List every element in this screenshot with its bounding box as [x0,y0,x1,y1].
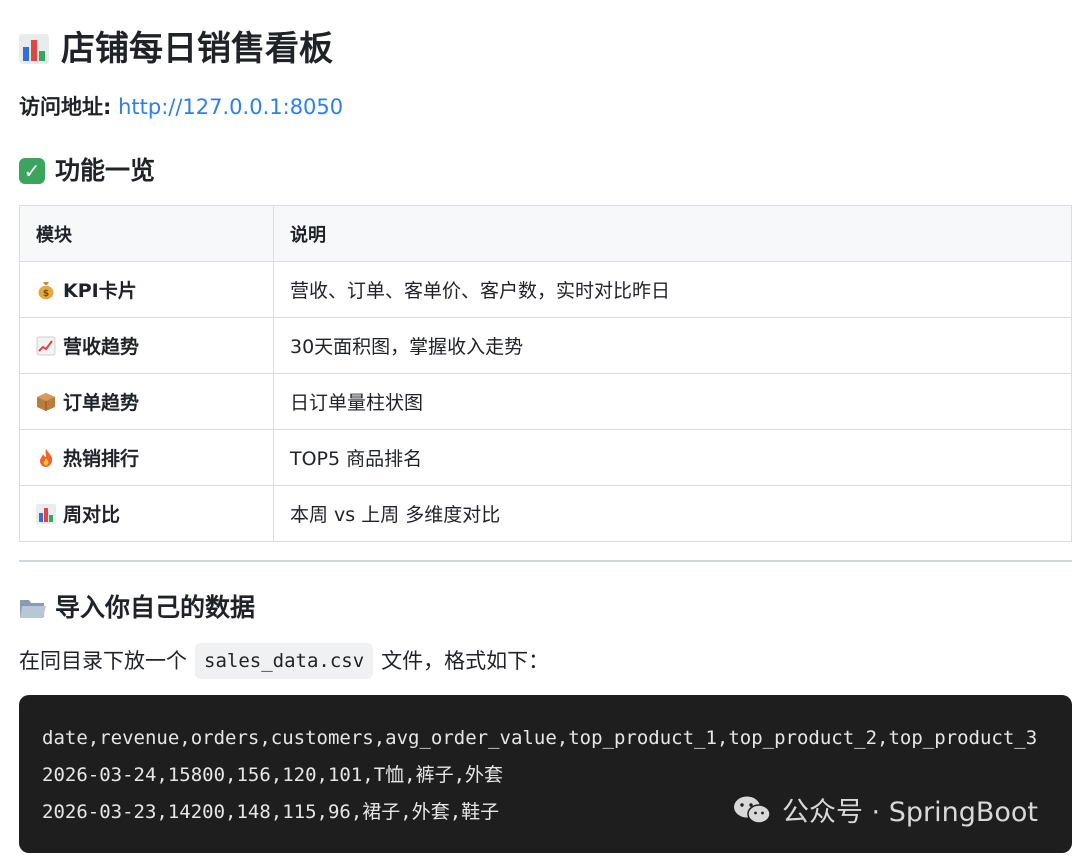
table-row: 周对比 本周 vs 上周 多维度对比 [19,485,1072,542]
intro-text-before: 在同目录下放一个 [19,649,187,673]
filename-code: sales_data.csv [195,643,374,679]
watermark-text: 公众号 · SpringBoot [781,797,1038,828]
svg-text:$: $ [43,289,49,299]
column-header-desc: 说明 [273,205,1072,262]
table-row: 订单趋势 日订单量柱状图 [19,373,1072,430]
money-bag-icon: $ [36,280,56,300]
table-header-row: 模块 说明 [19,205,1072,262]
code-line: 2026-03-23,14200,148,115,96,裙子,外套,鞋子 [42,801,500,823]
package-icon [36,392,56,412]
module-name: 营收趋势 [63,336,140,358]
table-row: 营收趋势 30天面积图，掌握收入走势 [19,317,1072,374]
features-heading-text: 功能一览 [55,156,156,185]
fire-icon [36,448,56,468]
trend-up-icon [36,336,56,356]
desc-cell: 30天面积图，掌握收入走势 [273,317,1072,374]
wechat-icon [732,794,772,826]
access-address: 访问地址: http://127.0.0.1:8050 [19,92,343,122]
module-cell: $ KPI卡片 [19,261,274,318]
page-title: 店铺每日销售看板 [19,26,333,72]
desc-cell: TOP5 商品排名 [273,429,1072,486]
csv-code-block[interactable]: date,revenue,orders,customers,avg_order_… [19,695,1072,853]
features-heading: ✓ 功能一览 [19,154,155,188]
bar-chart-icon [19,34,49,64]
module-name: 订单趋势 [63,392,140,414]
watermark: 公众号 · SpringBoot [732,790,1038,829]
module-name: 周对比 [63,504,121,526]
import-heading-text: 导入你自己的数据 [55,593,256,622]
address-label: 访问地址: [19,95,112,119]
module-cell: 热销排行 [19,429,274,486]
module-cell: 周对比 [19,485,274,542]
horizontal-rule [19,560,1072,562]
desc-cell: 本周 vs 上周 多维度对比 [273,485,1072,542]
module-cell: 订单趋势 [19,373,274,430]
table-row: 热销排行 TOP5 商品排名 [19,429,1072,486]
features-table: 模块 说明 $ KPI卡片 营收、订单、客单价、客户数，实时对比昨日 营收趋势 … [19,205,1072,542]
code-line: date,revenue,orders,customers,avg_order_… [42,727,1038,749]
module-cell: 营收趋势 [19,317,274,374]
intro-text-after: 文件，格式如下： [381,649,550,673]
import-intro: 在同目录下放一个 sales_data.csv 文件，格式如下： [19,643,549,679]
desc-cell: 日订单量柱状图 [273,373,1072,430]
import-heading: 导入你自己的数据 [19,591,255,625]
table-row: $ KPI卡片 营收、订单、客单价、客户数，实时对比昨日 [19,261,1072,318]
address-link[interactable]: http://127.0.0.1:8050 [118,95,343,119]
check-mark-icon: ✓ [19,158,45,184]
code-line: 2026-03-24,15800,156,120,101,T恤,裤子,外套 [42,764,504,786]
desc-cell: 营收、订单、客单价、客户数，实时对比昨日 [273,261,1072,318]
folder-icon [19,596,47,620]
bar-chart-icon [36,504,56,524]
page-title-text: 店铺每日销售看板 [61,29,333,69]
module-name: KPI卡片 [63,280,137,302]
module-name: 热销排行 [63,448,140,470]
column-header-module: 模块 [19,205,274,262]
